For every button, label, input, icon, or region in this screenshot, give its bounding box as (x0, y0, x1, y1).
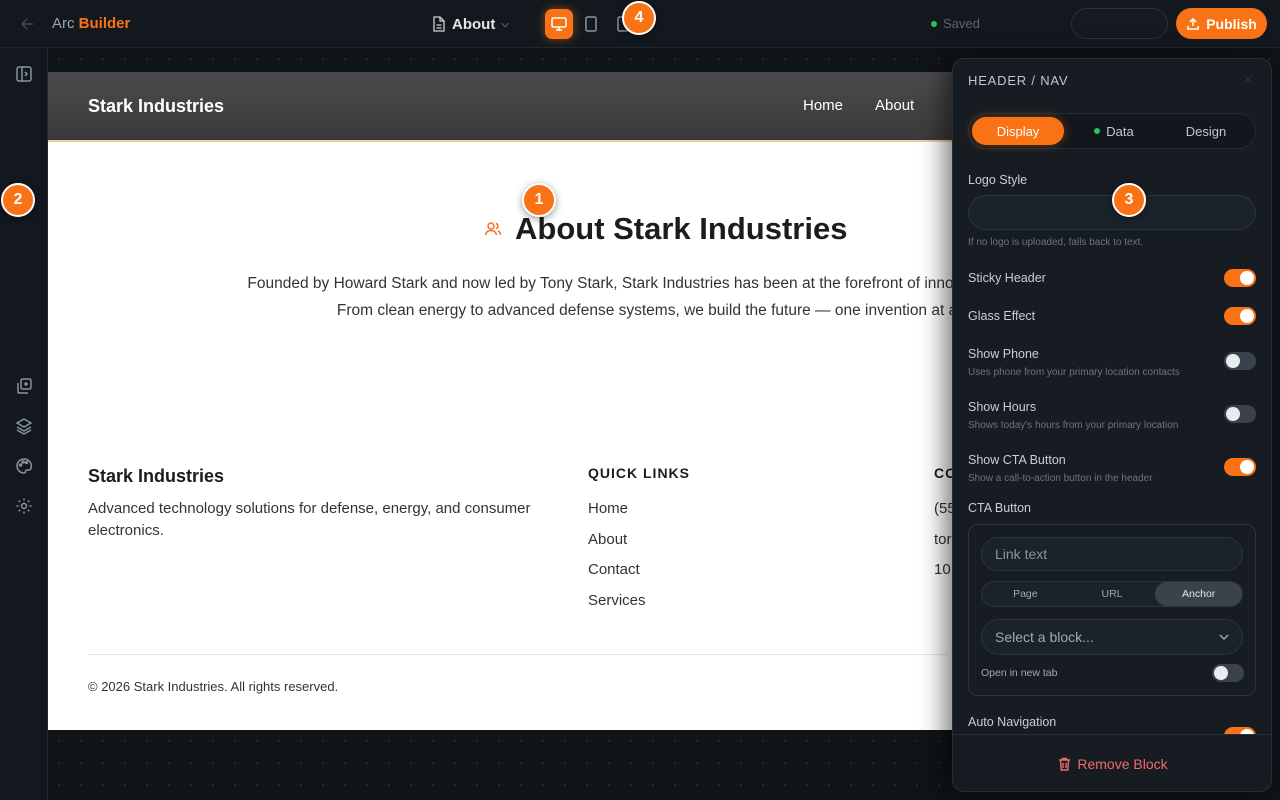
trash-icon (1059, 757, 1071, 771)
callout-marker-2: 2 (1, 183, 35, 217)
footer-description: Advanced technology solutions for defens… (88, 500, 531, 539)
sidebar-toggle-icon[interactable] (14, 64, 34, 84)
device-tablet-button[interactable] (577, 9, 605, 39)
cta-link-type-segment: Page URL Anchor (981, 581, 1243, 607)
quick-links-title: QUICK LINKS (588, 465, 690, 481)
settings-gear-icon[interactable] (14, 496, 34, 516)
quick-link-home[interactable]: Home (588, 500, 646, 531)
tab-display[interactable]: Display (972, 117, 1064, 145)
cta-button-label: CTA Button (968, 501, 1031, 515)
open-new-tab-label: Open in new tab (981, 667, 1058, 679)
show-cta-label: Show CTA Button (968, 453, 1066, 467)
anchor-block-select[interactable]: Select a block... (981, 619, 1243, 655)
link-type-anchor[interactable]: Anchor (1155, 582, 1243, 606)
publish-label: Publish (1206, 15, 1257, 32)
copyright-text: © 2026 Stark Industries. All rights rese… (88, 679, 339, 694)
show-phone-label: Show Phone (968, 347, 1039, 361)
desktop-icon (551, 17, 567, 31)
contact-address: 10 (934, 561, 951, 578)
remove-block-label: Remove Block (1077, 756, 1168, 772)
contact-phone: (55 (934, 500, 952, 517)
chevron-down-icon (1219, 634, 1229, 641)
panel-title: HEADER / NAV (968, 73, 1069, 88)
show-phone-toggle[interactable] (1224, 352, 1256, 370)
glass-effect-label: Glass Effect (968, 309, 1036, 323)
document-icon (433, 16, 445, 32)
users-icon (484, 222, 502, 236)
tab-data-label: Data (1106, 123, 1134, 139)
site-nav: Home About (803, 97, 914, 114)
save-status-label: Saved (943, 16, 980, 31)
anchor-select-placeholder: Select a block... (995, 629, 1094, 645)
tablet-icon (585, 16, 597, 32)
tab-design[interactable]: Design (1161, 117, 1251, 145)
current-page-label: About (452, 15, 496, 33)
back-arrow-icon[interactable] (18, 14, 38, 34)
contact-title: CO (934, 465, 952, 481)
site-logo-text: Stark Industries (88, 96, 225, 116)
show-hours-hint: Shows today's hours from your primary lo… (968, 420, 1179, 431)
callout-marker-4: 4 (622, 1, 656, 35)
callout-marker-3: 3 (1112, 183, 1146, 217)
sticky-header-label: Sticky Header (968, 271, 1046, 285)
upload-icon (1187, 17, 1200, 30)
footer-brand: Stark Industries (88, 466, 225, 486)
chevron-down-icon: ⌵ (501, 18, 509, 30)
tab-display-label: Display (996, 123, 1040, 139)
site-header-block[interactable]: Stark Industries Home About (48, 72, 952, 142)
status-dot (931, 20, 937, 27)
site-preview: Stark Industries Home About About Stark … (48, 72, 952, 730)
sticky-header-toggle[interactable] (1224, 269, 1256, 287)
footer-divider (88, 654, 948, 655)
contact-list: (55 tor 10 (934, 500, 952, 592)
open-new-tab-toggle[interactable] (1212, 664, 1244, 682)
quick-links-list: Home About Contact Services (588, 500, 646, 622)
quick-link-about[interactable]: About (588, 531, 646, 562)
about-title-text: About Stark Industries (515, 211, 848, 246)
show-hours-toggle[interactable] (1224, 405, 1256, 423)
save-status: Saved (931, 16, 980, 31)
glass-effect-toggle[interactable] (1224, 307, 1256, 325)
site-nav-home[interactable]: Home (803, 97, 843, 114)
app-name: Arc (52, 15, 75, 32)
show-cta-hint: Show a call-to-action button in the head… (968, 473, 1153, 484)
app-name-accent: Builder (78, 15, 131, 32)
tab-data[interactable]: Data (1069, 117, 1159, 145)
tab-data-status-dot (1094, 128, 1101, 134)
panel-tabs: Display Data Design (968, 113, 1256, 149)
quick-link-contact[interactable]: Contact (588, 561, 646, 592)
logo-style-label: Logo Style (968, 173, 1028, 187)
cta-button-settings: Link text Page URL Anchor Select a block… (968, 524, 1256, 696)
preview-button[interactable] (1071, 8, 1168, 39)
site-nav-about[interactable]: About (875, 97, 914, 114)
page-selector[interactable]: About ⌵ (432, 14, 509, 34)
logo-style-hint: If no logo is uploaded, falls back to te… (968, 237, 1144, 248)
publish-button[interactable]: Publish (1176, 8, 1267, 39)
cta-link-text-input[interactable]: Link text (981, 537, 1243, 571)
link-type-page[interactable]: Page (982, 582, 1069, 606)
auto-navigation-label: Auto Navigation (968, 715, 1057, 729)
left-toolbar (0, 48, 48, 800)
device-desktop-button[interactable] (545, 9, 573, 39)
quick-link-services[interactable]: Services (588, 592, 646, 623)
show-phone-hint: Uses phone from your primary location co… (968, 367, 1180, 378)
close-icon[interactable]: ✕ (1243, 73, 1253, 87)
pages-icon[interactable] (14, 376, 34, 396)
block-settings-panel: HEADER / NAV ✕ Display Data Design Logo … (952, 58, 1272, 792)
show-cta-toggle[interactable] (1224, 458, 1256, 476)
callout-marker-1: 1 (522, 183, 556, 217)
app-brand: Arc Builder (52, 15, 130, 32)
link-type-url[interactable]: URL (1069, 582, 1156, 606)
show-hours-label: Show Hours (968, 400, 1037, 414)
tab-design-label: Design (1185, 123, 1227, 139)
about-paragraph: Founded by Howard Stark and now led by T… (247, 275, 952, 319)
palette-icon[interactable] (14, 456, 34, 476)
contact-email: tor (934, 530, 952, 548)
layers-icon[interactable] (14, 416, 34, 436)
remove-block-button[interactable]: Remove Block (953, 734, 1271, 791)
